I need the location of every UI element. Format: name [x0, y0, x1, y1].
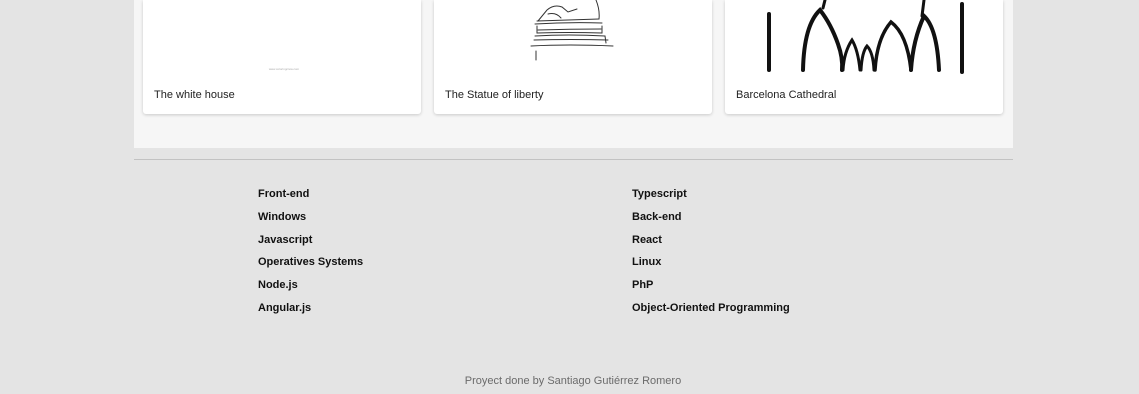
footer-link-php[interactable]: PhP: [632, 279, 790, 302]
barcelona-cathedral-drawing-image: [767, 0, 964, 74]
footer-credit-text: Proyect done by Santiago Gutiérrez Romer…: [464, 375, 682, 387]
footer-link-nodejs[interactable]: Node.js: [258, 279, 363, 302]
footer-link-javascript[interactable]: Javascript: [258, 234, 363, 257]
footer-link-windows[interactable]: Windows: [258, 211, 363, 234]
footer-link-typescript[interactable]: Typescript: [632, 188, 790, 211]
statue-of-liberty-drawing-image: [530, 0, 614, 61]
footer-divider: [134, 159, 1013, 160]
footer-link-linux[interactable]: Linux: [632, 256, 790, 279]
white-house-drawing-image: www.coloringcrew.com: [269, 67, 300, 71]
footer-link-back-end[interactable]: Back-end: [632, 211, 790, 234]
footer-links-left: Front-end Windows Javascript Operatives …: [258, 188, 363, 325]
image-watermark-text: www.coloringcrew.com: [269, 67, 300, 71]
gallery-card-barcelona-cathedral[interactable]: Barcelona Cathedral: [725, 0, 1003, 114]
gallery-panel: www.coloringcrew.com The white house The…: [134, 0, 1013, 148]
card-title: The white house: [154, 89, 235, 101]
footer-link-angularjs[interactable]: Angular.js: [258, 302, 363, 325]
footer-link-react[interactable]: React: [632, 234, 790, 257]
gallery-card-statue-of-liberty[interactable]: The Statue of liberty: [434, 0, 712, 114]
footer-links-right: Typescript Back-end React Linux PhP Obje…: [632, 188, 790, 325]
footer-link-oop[interactable]: Object-Oriented Programming: [632, 302, 790, 325]
gallery-card-white-house[interactable]: www.coloringcrew.com The white house: [143, 0, 421, 114]
card-title: The Statue of liberty: [445, 89, 544, 101]
card-title: Barcelona Cathedral: [736, 89, 837, 101]
footer-link-operatives-systems[interactable]: Operatives Systems: [258, 256, 363, 279]
footer-link-front-end[interactable]: Front-end: [258, 188, 363, 211]
